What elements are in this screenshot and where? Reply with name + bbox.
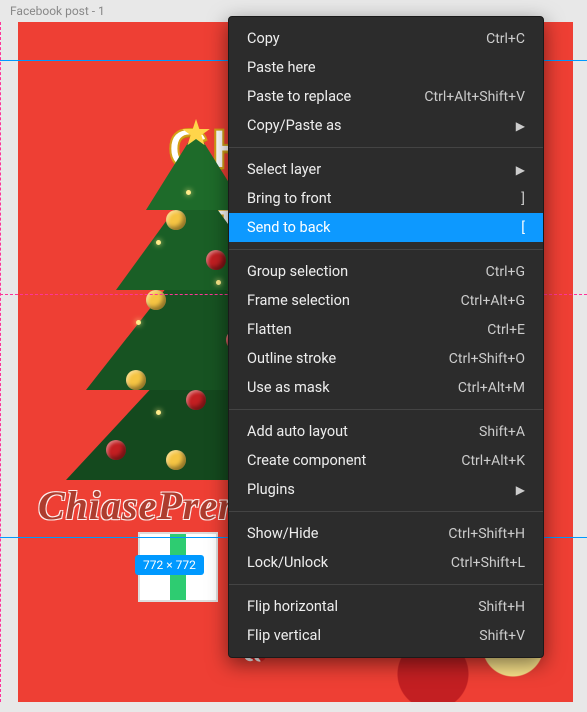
selection-size-badge: 772 × 772 xyxy=(135,555,204,575)
menu-separator xyxy=(229,409,543,410)
menu-item-paste-to-replace[interactable]: Paste to replace Ctrl+Alt+Shift+V xyxy=(229,82,543,111)
menu-item-shortcut: Ctrl+Alt+Shift+V xyxy=(424,89,525,105)
menu-item-copy-paste-as[interactable]: Copy/Paste as ▶ xyxy=(229,111,543,140)
menu-separator xyxy=(229,511,543,512)
menu-item-group-selection[interactable]: Group selection Ctrl+G xyxy=(229,257,543,286)
menu-item-label: Send to back xyxy=(247,219,331,236)
menu-item-label: Select layer xyxy=(247,161,321,178)
menu-item-select-layer[interactable]: Select layer ▶ xyxy=(229,155,543,184)
menu-separator xyxy=(229,249,543,250)
menu-item-shortcut: Ctrl+Shift+L xyxy=(451,555,525,571)
menu-item-label: Frame selection xyxy=(247,292,350,309)
menu-item-label: Create component xyxy=(247,452,366,469)
menu-item-label: Flip horizontal xyxy=(247,598,338,615)
menu-item-frame-selection[interactable]: Frame selection Ctrl+Alt+G xyxy=(229,286,543,315)
menu-separator xyxy=(229,584,543,585)
menu-item-shortcut: Ctrl+Alt+K xyxy=(461,453,525,469)
menu-item-paste-here[interactable]: Paste here xyxy=(229,53,543,82)
menu-item-label: Paste to replace xyxy=(247,88,351,105)
menu-item-use-as-mask[interactable]: Use as mask Ctrl+Alt+M xyxy=(229,373,543,402)
menu-item-add-auto-layout[interactable]: Add auto layout Shift+A xyxy=(229,417,543,446)
menu-item-shortcut: Ctrl+E xyxy=(487,322,525,338)
menu-item-send-to-back[interactable]: Send to back [ xyxy=(229,213,543,242)
menu-item-shortcut: Ctrl+Shift+O xyxy=(449,351,525,367)
frame-label[interactable]: Facebook post - 1 xyxy=(10,4,105,18)
menu-item-shortcut: Ctrl+G xyxy=(486,264,525,280)
menu-item-plugins[interactable]: Plugins ▶ xyxy=(229,475,543,504)
menu-item-label: Bring to front xyxy=(247,190,332,207)
menu-item-label: Lock/Unlock xyxy=(247,554,328,571)
menu-item-create-component[interactable]: Create component Ctrl+Alt+K xyxy=(229,446,543,475)
menu-item-label: Flip vertical xyxy=(247,627,321,644)
chevron-right-icon: ▶ xyxy=(504,163,525,177)
menu-item-shortcut: Ctrl+Alt+G xyxy=(461,293,525,309)
menu-item-label: Copy/Paste as xyxy=(247,117,341,134)
menu-item-label: Show/Hide xyxy=(247,525,318,542)
menu-item-flip-vertical[interactable]: Flip vertical Shift+V xyxy=(229,621,543,650)
menu-item-outline-stroke[interactable]: Outline stroke Ctrl+Shift+O xyxy=(229,344,543,373)
menu-item-copy[interactable]: Copy Ctrl+C xyxy=(229,24,543,53)
menu-item-flatten[interactable]: Flatten Ctrl+E xyxy=(229,315,543,344)
menu-item-label: Plugins xyxy=(247,481,295,498)
menu-item-shortcut: Ctrl+Alt+M xyxy=(458,380,525,396)
menu-item-shortcut: Ctrl+Shift+H xyxy=(448,526,525,542)
menu-item-label: Flatten xyxy=(247,321,292,338)
menu-item-shortcut: Shift+A xyxy=(479,424,525,440)
menu-item-flip-horizontal[interactable]: Flip horizontal Shift+H xyxy=(229,592,543,621)
chevron-right-icon: ▶ xyxy=(504,483,525,497)
menu-item-bring-to-front[interactable]: Bring to front] xyxy=(229,184,543,213)
chevron-right-icon: ▶ xyxy=(504,119,525,133)
menu-item-shortcut: Shift+H xyxy=(478,599,525,615)
menu-item-shortcut: Ctrl+C xyxy=(486,31,525,47)
menu-item-label: Paste here xyxy=(247,59,316,76)
menu-item-label: Add auto layout xyxy=(247,423,348,440)
star-icon: ★ xyxy=(180,112,212,154)
menu-item-label: Outline stroke xyxy=(247,350,336,367)
alignment-guide-vertical xyxy=(0,22,1,702)
menu-item-shortcut: ] xyxy=(521,191,525,207)
menu-item-show-hide[interactable]: Show/Hide Ctrl+Shift+H xyxy=(229,519,543,548)
menu-item-shortcut: Shift+V xyxy=(479,628,525,644)
menu-item-lock-unlock[interactable]: Lock/Unlock Ctrl+Shift+L xyxy=(229,548,543,577)
menu-item-label: Group selection xyxy=(247,263,348,280)
menu-item-label: Copy xyxy=(247,30,280,47)
menu-item-shortcut: [ xyxy=(521,220,525,236)
menu-separator xyxy=(229,147,543,148)
context-menu: Copy Ctrl+C Paste here Paste to replace Ctrl… xyxy=(228,16,544,658)
menu-item-label: Use as mask xyxy=(247,379,330,396)
